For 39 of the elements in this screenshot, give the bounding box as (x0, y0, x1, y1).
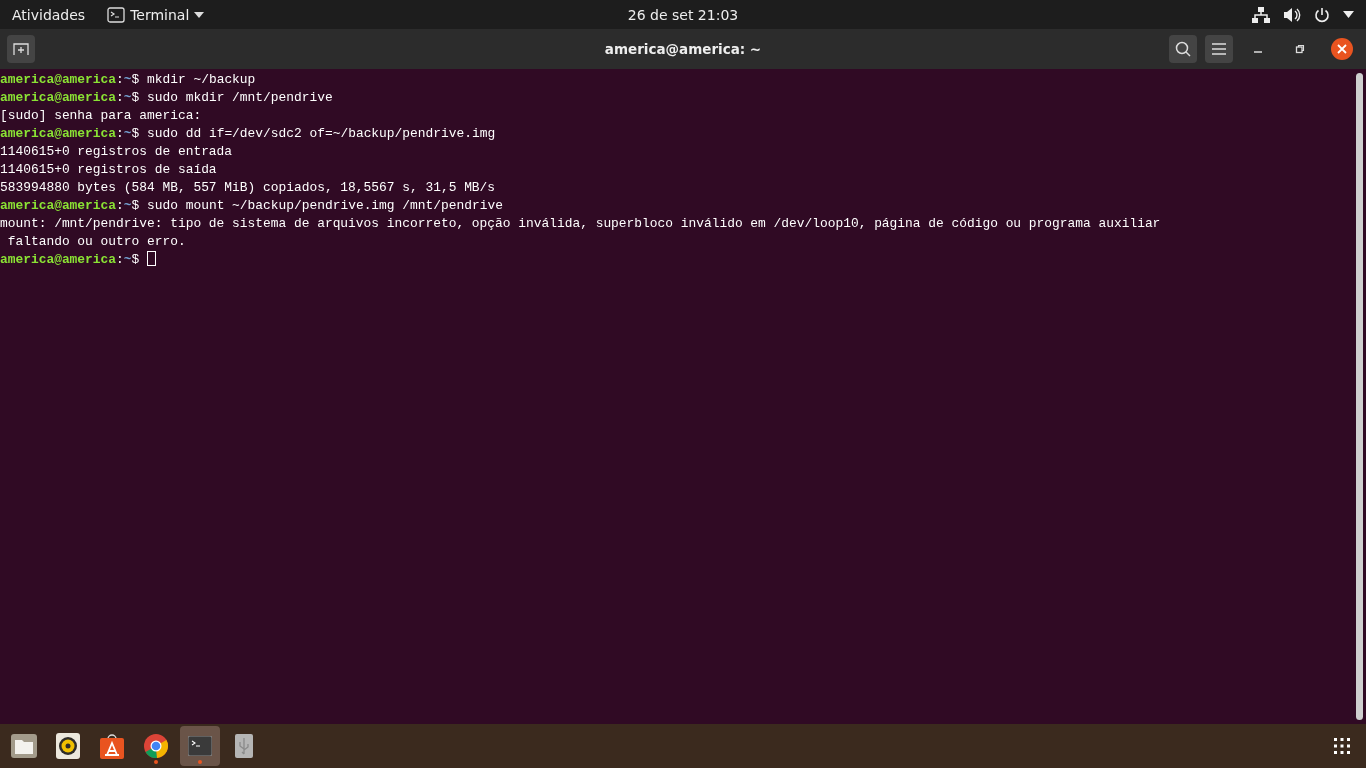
output-line: 583994880 bytes (584 MB, 557 MiB) copiados, 18,5567 s, 31,5 MB/s (0, 179, 497, 197)
volume-icon[interactable] (1283, 6, 1301, 23)
menu-icon (1212, 43, 1226, 55)
restore-button[interactable] (1295, 44, 1305, 54)
prompt-line: america@america:~$ sudo mount ~/backup/pendrive.img /mnt/pendrive (0, 197, 504, 215)
terminal-icon (107, 6, 126, 23)
caret-icon (194, 11, 205, 18)
output-line: mount: /mnt/pendrive: tipo de sistema de arquivos incorreto, opção inválida, superbloco inválido em /dev/loop10, página de código ou programa auxiliar (0, 215, 1162, 233)
prompt-line: america@america:~$ sudo dd if=/dev/sdc2 of=~/backup/pendrive.img (0, 125, 497, 143)
window-title: america@america: ~ (604, 41, 762, 57)
prompt-line: america@america:~$ (0, 251, 1356, 269)
clock[interactable]: 26 de set 21:03 (627, 6, 739, 23)
output-line: [sudo] senha para america: (0, 107, 203, 125)
activities-button[interactable]: Atividades (0, 6, 98, 23)
folder-icon (11, 734, 37, 758)
close-button[interactable] (1331, 38, 1353, 60)
power-icon[interactable] (1314, 6, 1330, 23)
running-indicator (154, 760, 158, 764)
new-tab-button[interactable] (7, 35, 35, 63)
caret-icon[interactable] (1343, 11, 1354, 18)
scrollbar[interactable] (1356, 73, 1363, 720)
output-line: 1140615+0 registros de entrada (0, 143, 234, 161)
app-menu[interactable]: Terminal (103, 6, 209, 23)
shopping-bag-icon (100, 733, 124, 759)
output-line: faltando ou outro erro. (6, 233, 187, 251)
menu-button[interactable] (1205, 35, 1233, 63)
output-line: 1140615+0 registros de saída (0, 161, 218, 179)
speaker-icon (55, 733, 81, 759)
terminal-icon (188, 736, 212, 756)
usb-drive-icon (235, 734, 253, 758)
search-icon (1175, 41, 1191, 57)
prompt-line: america@america:~$ mkdir ~/backup (0, 71, 257, 89)
browser-icon (144, 734, 168, 758)
app-grid-icon[interactable] (1334, 738, 1350, 754)
search-button[interactable] (1169, 35, 1197, 63)
network-icon[interactable] (1252, 6, 1270, 23)
running-indicator (198, 760, 202, 764)
prompt-line: america@america:~$ sudo mkdir /mnt/pendrive (0, 89, 334, 107)
new-tab-icon (13, 42, 29, 56)
